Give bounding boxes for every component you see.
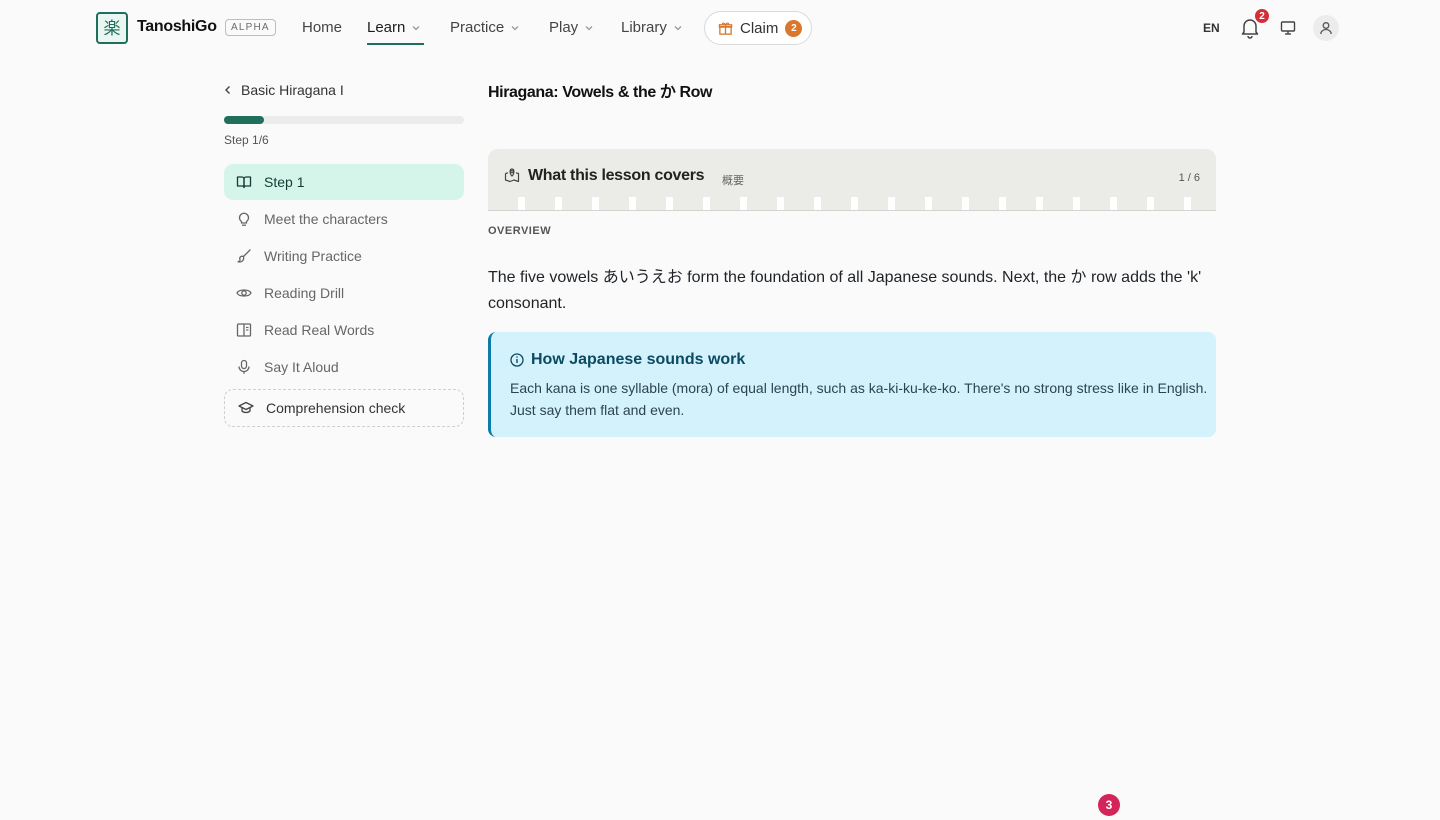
lesson-overview-card-header: What this lesson covers 概要 1 / 6 [488, 149, 1216, 211]
sidebar-item-read-real-words[interactable]: Read Real Words [224, 312, 464, 348]
book-open-icon [236, 176, 252, 189]
lesson-title: Hiragana: Vowels & the か Row [488, 84, 713, 101]
card-subtitle-japanese: 概要 [722, 175, 744, 187]
nav-practice-label: Practice [450, 19, 505, 36]
card-header-tick [518, 197, 525, 210]
sidebar-item-label: Read Real Words [264, 322, 375, 338]
claim-button[interactable]: Claim 2 [704, 11, 812, 45]
info-callout: How Japanese sounds work Each kana is on… [488, 332, 1216, 437]
sidebar-item-writing-practice[interactable]: Writing Practice [224, 238, 464, 274]
nav-learn-label: Learn [367, 19, 406, 36]
card-header-tick [777, 197, 784, 210]
callout-heading-text: How Japanese sounds work [531, 351, 746, 368]
card-header-tick [999, 197, 1006, 210]
claim-label: Claim [740, 19, 779, 37]
card-header-tick [1147, 197, 1154, 210]
card-header-tick [703, 197, 710, 210]
sidebar-item-label: Meet the characters [264, 211, 388, 227]
callout-heading: How Japanese sounds work [510, 351, 745, 369]
active-nav-indicator [367, 43, 424, 45]
card-header-tick [666, 197, 673, 210]
card-header-tick [925, 197, 932, 210]
monitor-icon[interactable] [1280, 20, 1296, 36]
nav-home[interactable]: Home [302, 19, 342, 36]
sidebar-item-label: Reading Drill [264, 285, 345, 301]
card-header-tick [629, 197, 636, 210]
sidebar-item-say-it-aloud[interactable]: Say It Aloud [224, 349, 464, 385]
card-header-tick [962, 197, 969, 210]
nav-practice[interactable]: Practice [450, 19, 520, 36]
lesson-progress-bar [224, 116, 464, 124]
sidebar-item-label: Comprehension check [266, 400, 406, 416]
chevron-down-icon [511, 25, 519, 30]
card-header-tick [851, 197, 858, 210]
claim-count-badge: 2 [785, 19, 803, 37]
nav-library-label: Library [621, 19, 667, 36]
nav-learn[interactable]: Learn [367, 19, 421, 36]
floating-count-badge[interactable]: 3 [1098, 794, 1120, 816]
card-header-tick [1073, 197, 1080, 210]
card-header-tick [1110, 197, 1117, 210]
chevron-left-icon [225, 86, 230, 94]
eye-icon [236, 289, 252, 297]
user-icon [1320, 22, 1332, 35]
gift-icon [718, 22, 733, 35]
chevron-down-icon [674, 25, 682, 30]
sidebar-item-label: Step 1 [264, 174, 305, 190]
card-header-tick [888, 197, 895, 210]
card-header-tick [740, 197, 747, 210]
card-header-tick [592, 197, 599, 210]
brush-icon [237, 249, 251, 263]
card-pager: 1 / 6 [1178, 172, 1200, 184]
user-avatar[interactable] [1313, 15, 1339, 41]
lightbulb-icon [238, 212, 250, 226]
brand-name[interactable]: TanoshiGo [137, 18, 217, 36]
card-header-tick [814, 197, 821, 210]
top-navigation-bar: 楽 TanoshiGo ALPHA Home Learn Practice Pl… [0, 0, 1440, 56]
step-counter: Step 1/6 [224, 133, 269, 147]
sidebar-item-reading-drill[interactable]: Reading Drill [224, 275, 464, 311]
back-to-course-link[interactable]: Basic Hiragana I [224, 82, 344, 98]
sidebar-item-label: Writing Practice [264, 248, 362, 264]
nav-play-label: Play [549, 19, 579, 36]
language-selector[interactable]: EN [1203, 21, 1220, 35]
course-name: Basic Hiragana I [241, 82, 344, 98]
card-header-tick [555, 197, 562, 210]
notification-count-badge: 2 [1254, 8, 1270, 24]
graduation-cap-icon [238, 401, 254, 414]
overview-text: The five vowels あいうえお form the foundatio… [488, 269, 1202, 312]
logo-icon[interactable]: 楽 [96, 12, 128, 44]
map-pin-icon [504, 168, 520, 183]
chevron-down-icon [412, 25, 420, 30]
nav-home-label: Home [302, 19, 343, 36]
overview-label: OVERVIEW [488, 225, 552, 237]
sidebar-item-meet-the-characters[interactable]: Meet the characters [224, 201, 464, 237]
sidebar-item-label: Say It Aloud [264, 359, 339, 375]
sidebar-item-step-1[interactable]: Step 1 [224, 164, 464, 200]
nav-library[interactable]: Library [621, 19, 683, 36]
card-title: What this lesson covers [528, 167, 705, 184]
lesson-progress-fill [224, 116, 264, 124]
card-header-tick [1036, 197, 1043, 210]
microphone-icon [238, 359, 250, 374]
info-icon [510, 353, 524, 367]
sidebar-item-comprehension-check[interactable]: Comprehension check [224, 389, 464, 427]
card-header-tick [1184, 197, 1191, 210]
nav-play[interactable]: Play [549, 19, 594, 36]
chevron-down-icon [585, 25, 593, 30]
callout-body: Each kana is one syllable (mora) of equa… [510, 380, 1208, 418]
alpha-badge: ALPHA [225, 19, 276, 36]
book-layout-icon [236, 323, 252, 337]
